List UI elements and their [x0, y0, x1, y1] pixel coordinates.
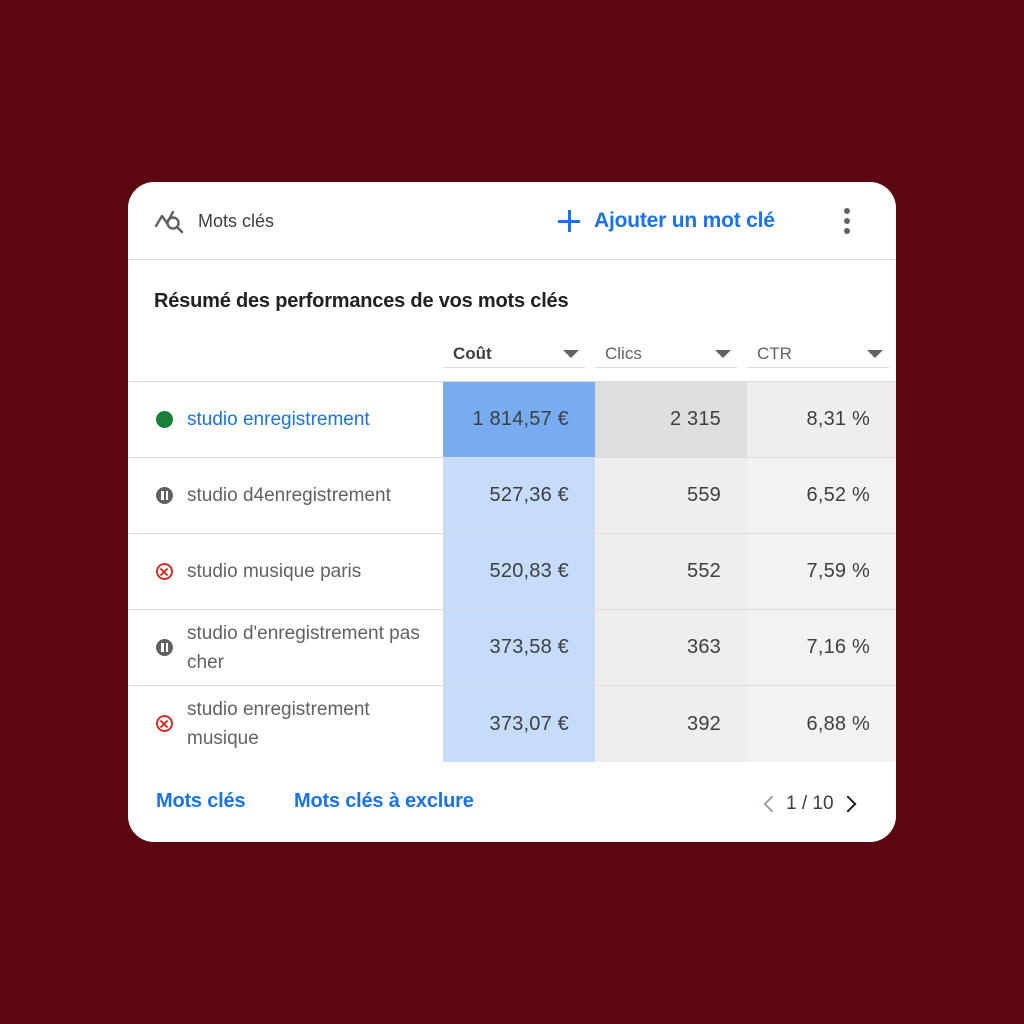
- ctr-cell: 7,59 %: [747, 534, 896, 609]
- table-row[interactable]: studio d4enregistrement 527,36 € 559 6,5…: [128, 458, 896, 534]
- clicks-value: 552: [687, 560, 721, 582]
- card-header: Mots clés Ajouter un mot clé: [128, 182, 896, 260]
- cost-cell: 1 814,57 €: [443, 382, 595, 457]
- cost-cell: 527,36 €: [443, 458, 595, 533]
- summary-title: Résumé des performances de vos mots clés: [154, 290, 569, 312]
- status-paused-icon: [156, 639, 173, 656]
- chevron-right-icon[interactable]: [839, 795, 857, 813]
- ctr-cell: 6,88 %: [747, 686, 896, 762]
- more-vertical-icon: [844, 208, 850, 214]
- cost-value: 520,83 €: [489, 560, 569, 582]
- clicks-value: 2 315: [669, 408, 721, 430]
- cost-value: 527,36 €: [489, 484, 569, 506]
- more-options-button[interactable]: [838, 206, 856, 236]
- keyword-cell: studio enregistrement: [128, 382, 443, 457]
- column-label-ctr: CTR: [757, 344, 792, 363]
- ctr-value: 7,59 %: [806, 560, 870, 582]
- negative-keywords-link[interactable]: Mots clés à exclure: [294, 790, 474, 813]
- clicks-cell: 559: [595, 458, 747, 533]
- clicks-cell: 552: [595, 534, 747, 609]
- keywords-link[interactable]: Mots clés: [156, 790, 246, 813]
- cost-cell: 373,07 €: [443, 686, 595, 762]
- keywords-card: Mots clés Ajouter un mot clé Résumé des …: [128, 182, 896, 842]
- table-row[interactable]: studio enregistrement musique 373,07 € 3…: [128, 686, 896, 762]
- cost-cell: 373,58 €: [443, 610, 595, 685]
- clicks-value: 363: [687, 636, 721, 658]
- clicks-value: 392: [687, 712, 721, 735]
- keyword-cell: studio enregistrement musique: [128, 686, 443, 762]
- clicks-cell: 363: [595, 610, 747, 685]
- column-header-ctr[interactable]: CTR: [747, 342, 889, 368]
- ctr-value: 8,31 %: [806, 408, 870, 430]
- ctr-value: 7,16 %: [806, 636, 870, 658]
- cost-value: 1 814,57 €: [472, 408, 569, 430]
- pagination: 1 / 10: [760, 789, 857, 819]
- column-header-cost[interactable]: Coût: [443, 342, 585, 368]
- table-row[interactable]: studio enregistrement 1 814,57 € 2 315 8…: [128, 382, 896, 458]
- keyword-link[interactable]: studio enregistrement: [187, 405, 427, 434]
- sort-caret-icon: [715, 350, 731, 358]
- column-label-clicks: Clics: [605, 344, 642, 363]
- clicks-value: 559: [687, 484, 721, 506]
- ctr-value: 6,88 %: [806, 712, 870, 735]
- ctr-cell: 6,52 %: [747, 458, 896, 533]
- status-active-icon: [156, 411, 173, 428]
- keyword-text[interactable]: studio d4enregistrement: [187, 481, 427, 510]
- keyword-text[interactable]: studio musique paris: [187, 557, 427, 586]
- sort-caret-icon: [563, 350, 579, 358]
- page-indicator: 1 / 10: [786, 793, 834, 814]
- sort-caret-icon: [867, 350, 883, 358]
- status-paused-icon: [156, 487, 173, 504]
- clicks-cell: 2 315: [595, 382, 747, 457]
- status-removed-icon: [156, 715, 173, 732]
- table-row[interactable]: studio musique paris 520,83 € 552 7,59 %: [128, 534, 896, 610]
- status-removed-icon: [156, 563, 173, 580]
- clicks-cell: 392: [595, 686, 747, 762]
- keyword-text[interactable]: studio enregistrement musique: [187, 695, 427, 753]
- ctr-cell: 8,31 %: [747, 382, 896, 457]
- keyword-cell: studio d'enregistrement pas cher: [128, 610, 443, 685]
- more-dot: [844, 218, 850, 224]
- column-label-cost: Coût: [453, 344, 492, 363]
- add-keyword-button[interactable]: Ajouter un mot clé: [558, 204, 775, 238]
- chevron-left-icon[interactable]: [763, 795, 781, 813]
- cost-cell: 520,83 €: [443, 534, 595, 609]
- table-row[interactable]: studio d'enregistrement pas cher 373,58 …: [128, 610, 896, 686]
- column-header-clicks[interactable]: Clics: [595, 342, 737, 368]
- ctr-cell: 7,16 %: [747, 610, 896, 685]
- cost-value: 373,07 €: [489, 712, 569, 735]
- keywords-table: studio enregistrement 1 814,57 € 2 315 8…: [128, 381, 896, 762]
- card-title: Mots clés: [198, 211, 275, 231]
- cost-value: 373,58 €: [489, 636, 569, 658]
- more-dot: [844, 228, 850, 234]
- add-keyword-label: Ajouter un mot clé: [594, 209, 775, 232]
- keyword-cell: studio musique paris: [128, 534, 443, 609]
- keyword-cell: studio d4enregistrement: [128, 458, 443, 533]
- ctr-value: 6,52 %: [806, 484, 870, 506]
- plus-icon: [558, 210, 580, 232]
- keyword-search-icon: [154, 210, 184, 234]
- keyword-text[interactable]: studio d'enregistrement pas cher: [187, 619, 427, 677]
